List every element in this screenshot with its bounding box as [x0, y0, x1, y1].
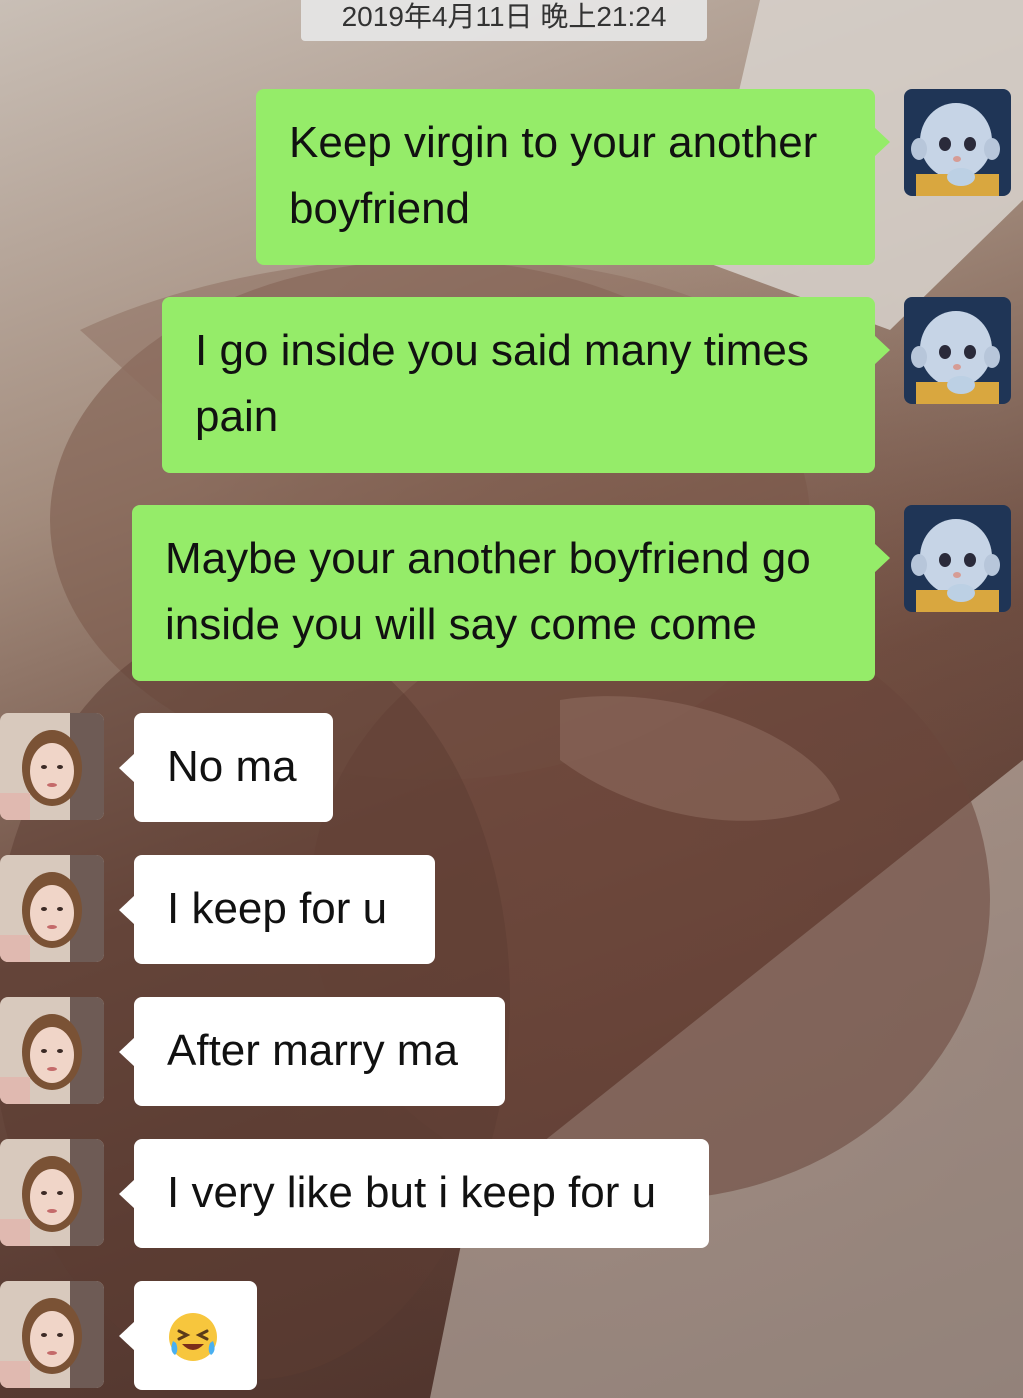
woman-photo-avatar-icon	[0, 1139, 104, 1246]
outgoing-message-bubble[interactable]: I go inside you said many times pain	[162, 297, 890, 473]
my-avatar[interactable]	[904, 297, 1011, 404]
incoming-message-bubble[interactable]: I keep for u	[119, 855, 435, 964]
incoming-message-bubble[interactable]: After marry ma	[119, 997, 505, 1106]
message-text: Keep virgin to your another boyfriend	[289, 118, 818, 233]
contact-avatar[interactable]	[0, 997, 104, 1104]
message-text: Maybe your another boyfriend go inside y…	[165, 534, 811, 649]
message-text: I very like but i keep for u	[167, 1168, 657, 1217]
message-text: I keep for u	[167, 884, 388, 933]
incoming-message-bubble[interactable]	[119, 1281, 257, 1390]
contact-avatar[interactable]	[0, 1139, 104, 1246]
message-timestamp: 2019年4月11日 晚上21:24	[301, 0, 707, 41]
message-text: No ma	[167, 742, 297, 791]
contact-avatar[interactable]	[0, 855, 104, 962]
my-avatar[interactable]	[904, 89, 1011, 196]
incoming-message-bubble[interactable]: No ma	[119, 713, 333, 822]
crying-laughing-emoji-icon	[169, 1313, 217, 1362]
message-text: I go inside you said many times pain	[195, 326, 809, 441]
woman-photo-avatar-icon	[0, 855, 104, 962]
monk-cartoon-avatar-icon	[904, 297, 1011, 404]
outgoing-message-bubble[interactable]: Maybe your another boyfriend go inside y…	[132, 505, 890, 681]
contact-avatar[interactable]	[0, 1281, 104, 1388]
contact-avatar[interactable]	[0, 713, 104, 820]
my-avatar[interactable]	[904, 505, 1011, 612]
outgoing-message-bubble[interactable]: Keep virgin to your another boyfriend	[256, 89, 890, 265]
woman-photo-avatar-icon	[0, 997, 104, 1104]
monk-cartoon-avatar-icon	[904, 505, 1011, 612]
incoming-message-bubble[interactable]: I very like but i keep for u	[119, 1139, 709, 1248]
monk-cartoon-avatar-icon	[904, 89, 1011, 196]
woman-photo-avatar-icon	[0, 1281, 104, 1388]
woman-photo-avatar-icon	[0, 713, 104, 820]
message-text: After marry ma	[167, 1026, 458, 1075]
